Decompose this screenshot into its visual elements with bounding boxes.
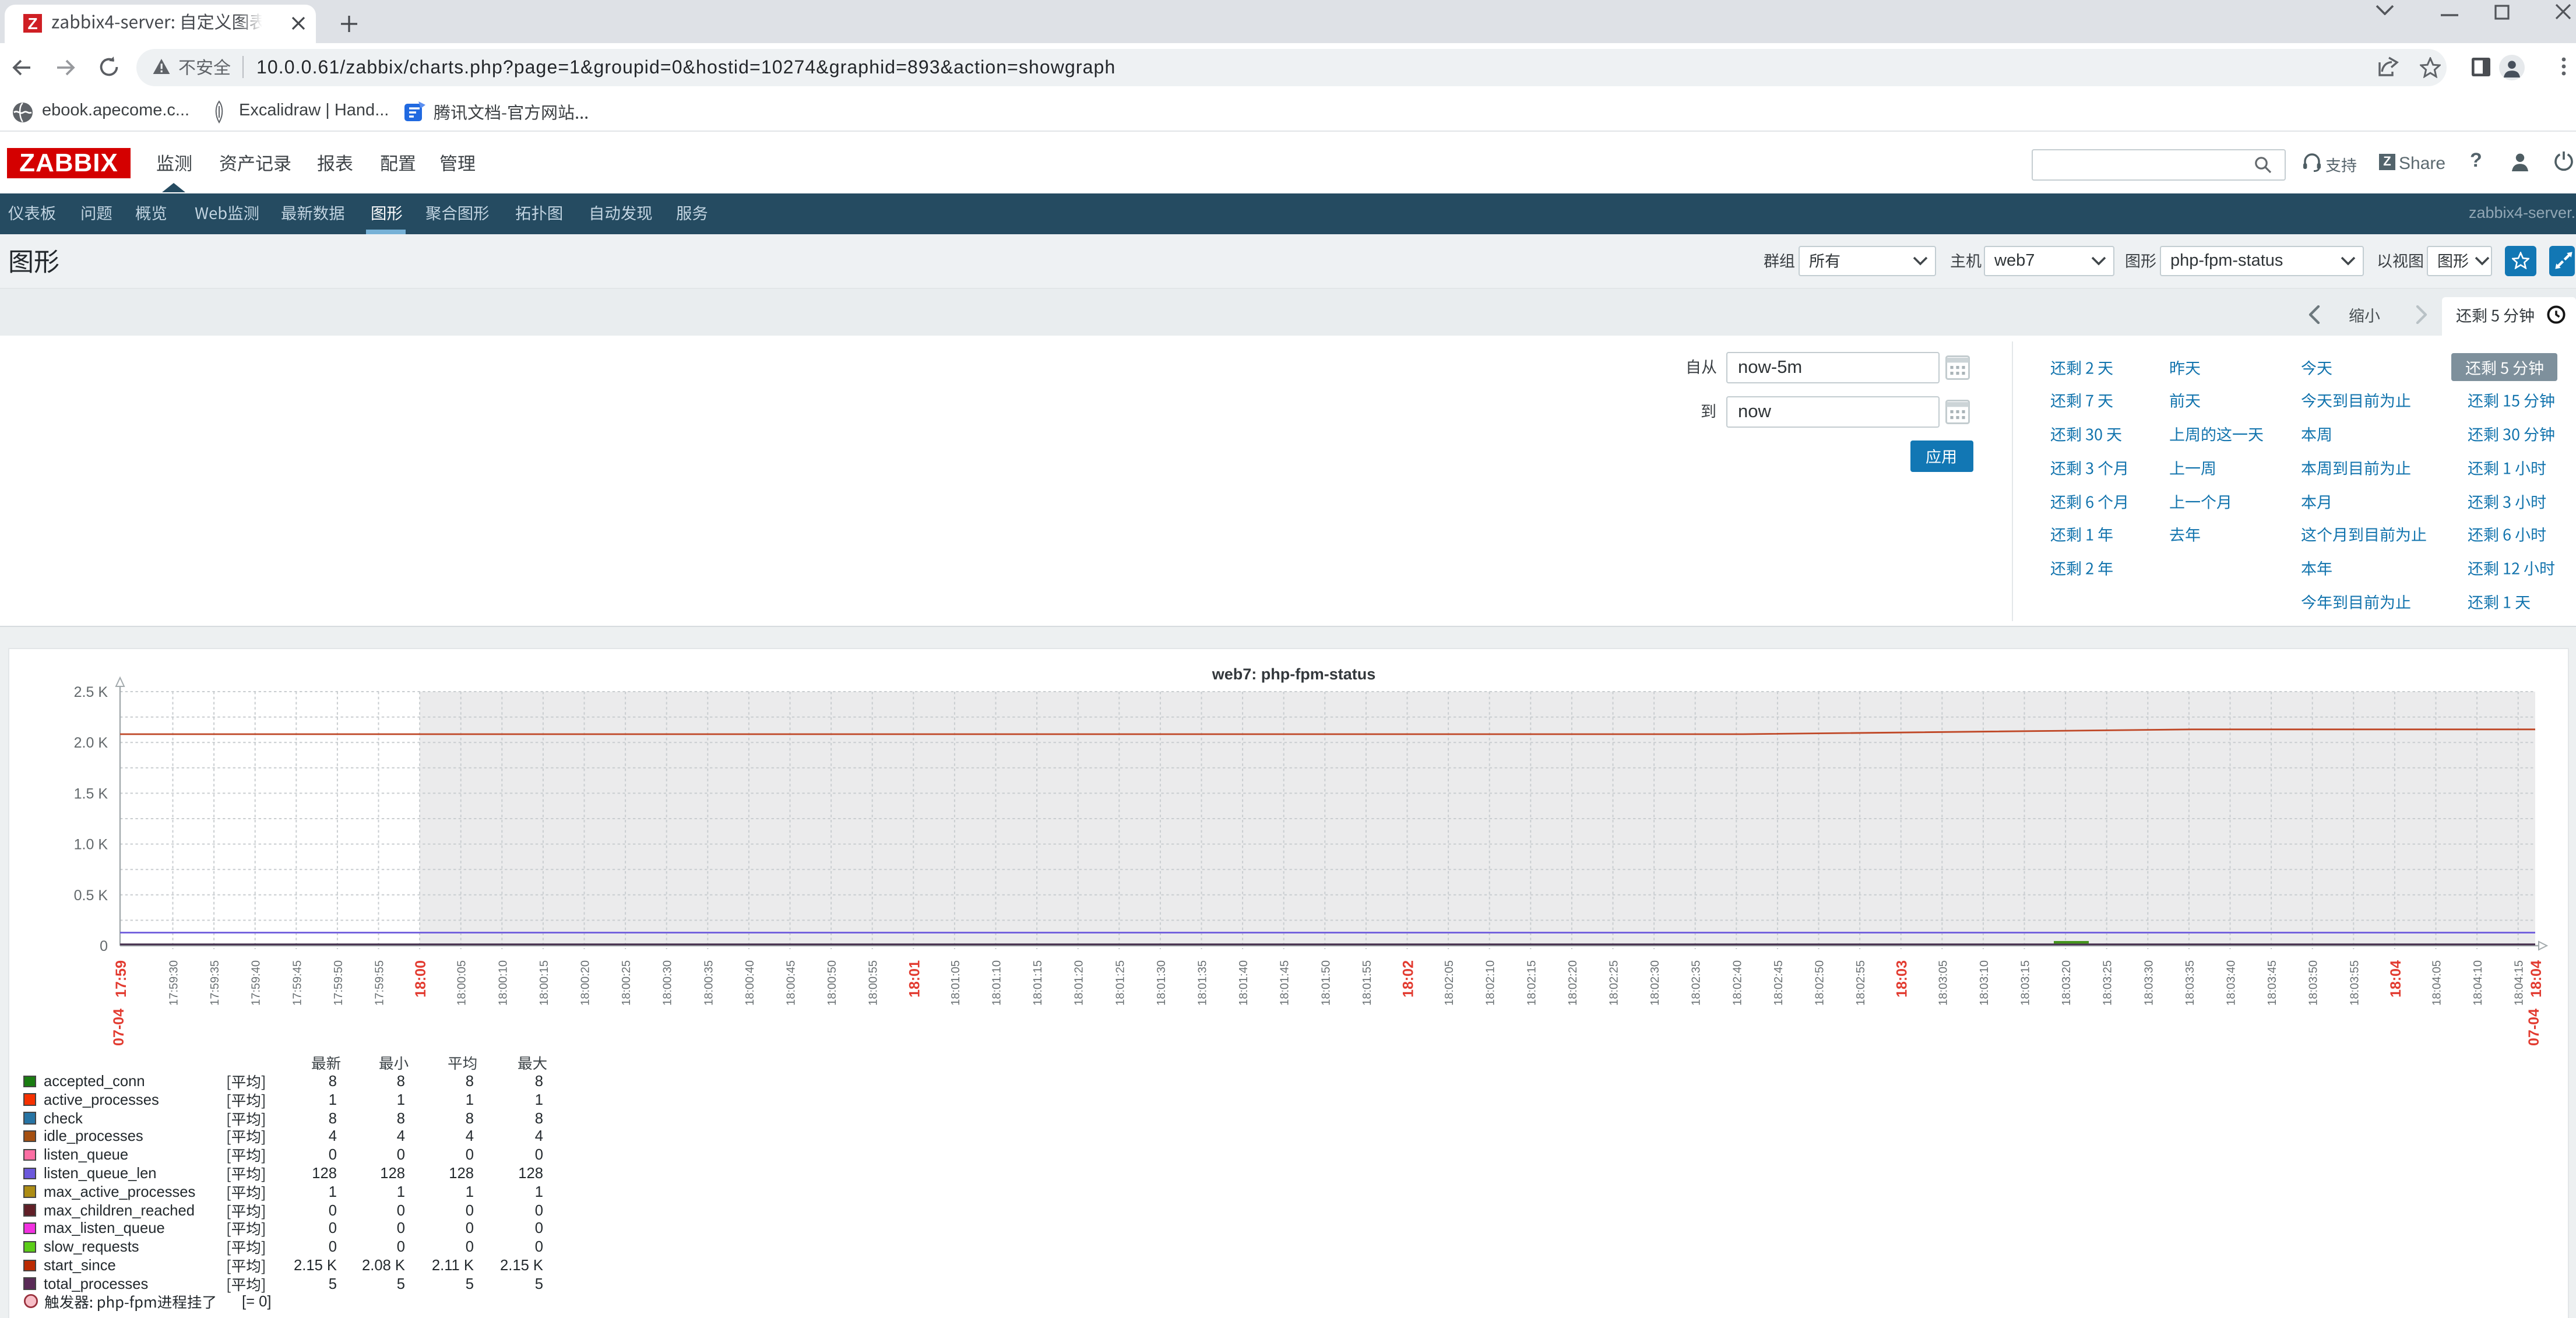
svg-text:17:59:45: 17:59:45 [290,960,303,1005]
svg-text:18:01:50: 18:01:50 [1319,960,1332,1005]
svg-text:18:00:20: 18:00:20 [579,960,592,1005]
svg-text:17:59:50: 17:59:50 [332,960,344,1005]
svg-text:17:59:35: 17:59:35 [208,960,221,1005]
svg-text:18:01:15: 18:01:15 [1031,960,1044,1005]
svg-text:18:02: 18:02 [1400,960,1416,997]
svg-text:0: 0 [99,938,107,954]
svg-text:18:04: 18:04 [2528,960,2544,997]
svg-text:18:02:30: 18:02:30 [1648,960,1661,1005]
svg-text:18:00: 18:00 [412,960,428,997]
svg-text:18:00:35: 18:00:35 [702,960,715,1005]
svg-text:18:01:30: 18:01:30 [1155,960,1167,1005]
svg-text:18:00:15: 18:00:15 [537,960,550,1005]
svg-text:18:00:05: 18:00:05 [455,960,468,1005]
svg-text:18:03:15: 18:03:15 [2019,960,2032,1005]
svg-text:18:00:40: 18:00:40 [743,960,756,1005]
svg-text:18:00:45: 18:00:45 [784,960,797,1005]
svg-text:07-04: 07-04 [110,1008,126,1045]
svg-text:18:00:55: 18:00:55 [867,960,879,1005]
svg-text:18:01: 18:01 [906,960,922,997]
svg-text:17:59:55: 17:59:55 [373,960,386,1005]
svg-text:17:59:40: 17:59:40 [249,960,262,1005]
svg-text:18:01:35: 18:01:35 [1196,960,1209,1005]
svg-text:18:03:30: 18:03:30 [2142,960,2155,1005]
svg-text:18:02:40: 18:02:40 [1730,960,1743,1005]
svg-text:18:02:20: 18:02:20 [1566,960,1579,1005]
svg-text:18:03:05: 18:03:05 [1936,960,1949,1005]
svg-text:18:03:55: 18:03:55 [2348,960,2360,1005]
svg-text:0.5 K: 0.5 K [73,887,108,903]
svg-text:18:01:20: 18:01:20 [1072,960,1085,1005]
svg-text:18:03:10: 18:03:10 [1977,960,1990,1005]
svg-text:18:02:25: 18:02:25 [1607,960,1620,1005]
svg-text:17:59: 17:59 [112,960,129,997]
svg-text:1.0 K: 1.0 K [73,836,108,852]
svg-text:18:02:10: 18:02:10 [1484,960,1497,1005]
svg-text:2.5 K: 2.5 K [73,683,108,700]
svg-text:18:01:05: 18:01:05 [949,960,962,1005]
svg-text:18:00:50: 18:00:50 [825,960,838,1005]
svg-text:18:03:25: 18:03:25 [2101,960,2114,1005]
svg-text:18:01:55: 18:01:55 [1360,960,1373,1005]
svg-text:18:04:05: 18:04:05 [2430,960,2443,1005]
svg-text:18:03: 18:03 [1894,960,1910,997]
svg-text:18:01:10: 18:01:10 [990,960,1003,1005]
svg-text:18:00:10: 18:00:10 [496,960,509,1005]
svg-text:18:04:15: 18:04:15 [2512,960,2525,1005]
svg-text:18:02:05: 18:02:05 [1442,960,1455,1005]
svg-text:18:02:15: 18:02:15 [1525,960,1537,1005]
svg-text:18:01:45: 18:01:45 [1278,960,1291,1005]
svg-text:18:00:30: 18:00:30 [661,960,674,1005]
svg-text:18:02:45: 18:02:45 [1772,960,1785,1005]
svg-text:18:02:55: 18:02:55 [1854,960,1867,1005]
svg-text:17:59:30: 17:59:30 [167,960,180,1005]
svg-text:18:02:50: 18:02:50 [1813,960,1826,1005]
svg-text:18:03:20: 18:03:20 [2060,960,2072,1005]
svg-text:18:03:50: 18:03:50 [2307,960,2320,1005]
svg-text:18:03:35: 18:03:35 [2183,960,2196,1005]
svg-text:18:04: 18:04 [2387,960,2403,997]
svg-text:07-04: 07-04 [2525,1008,2542,1045]
svg-text:1.5 K: 1.5 K [73,785,108,801]
svg-text:18:02:35: 18:02:35 [1690,960,1702,1005]
svg-text:18:03:45: 18:03:45 [2265,960,2278,1005]
svg-text:18:03:40: 18:03:40 [2225,960,2237,1005]
svg-text:18:04:10: 18:04:10 [2471,960,2484,1005]
svg-text:18:00:25: 18:00:25 [620,960,632,1005]
svg-text:18:01:40: 18:01:40 [1237,960,1250,1005]
svg-text:18:01:25: 18:01:25 [1113,960,1126,1005]
svg-text:2.0 K: 2.0 K [73,734,108,750]
